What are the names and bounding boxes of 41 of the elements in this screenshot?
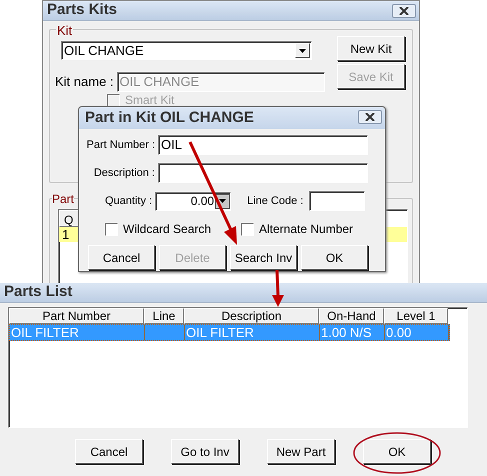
checkbox-label: Alternate Number [259,221,354,238]
column-header[interactable]: Part Number [9,308,144,324]
field-label: Kit name : [55,73,114,92]
checkbox-label: Wildcard Search [123,221,212,238]
close-icon [399,7,409,15]
field-label: Line Code : [247,194,304,209]
table-cell-text: 1 [61,227,70,242]
dialog-button[interactable]: New Part [267,439,335,464]
dialog-button[interactable]: Go to Inv [171,439,239,464]
table-cell: 0.00 [386,325,412,340]
field-label: Description : [94,166,155,181]
close-icon [365,113,375,121]
column-header[interactable]: On-Hand [319,308,384,324]
dialog-button[interactable]: Cancel [88,245,155,270]
kit-dropdown[interactable]: OIL CHANGE [61,41,312,60]
table-cell: OIL FILTER [11,325,79,340]
checkbox-label: Smart Kit [125,93,174,107]
checkbox[interactable] [241,222,254,236]
field-label: Part Number : [86,138,155,153]
quantity-field[interactable]: 0.00 [155,192,232,210]
table-cell: 1.00 N/S [321,325,372,340]
dialog-button[interactable]: New Kit [337,36,405,61]
annotation-arrow [272,270,284,307]
dialog-button[interactable]: OK [301,245,368,270]
column-header[interactable]: Level 1 [384,308,448,324]
window-title: Parts List [4,282,72,302]
window-title: Part in Kit OIL CHANGE [85,108,254,128]
window-title: Parts Kits [47,0,118,20]
close-button[interactable] [358,110,382,124]
description-field[interactable] [158,163,368,183]
dialog-button[interactable]: Search Inv [230,245,297,270]
field-label: Quantity : [105,194,152,209]
close-button[interactable] [392,4,416,18]
part-number-field[interactable]: OIL [158,135,368,155]
checkbox[interactable] [105,222,118,236]
line-code-field[interactable] [309,191,366,211]
column-header[interactable]: Description [184,308,319,324]
dialog-button[interactable]: OK [363,439,431,464]
dialog-button[interactable]: Cancel [75,439,143,464]
column-header[interactable]: Line [144,308,184,324]
table-cell: OIL FILTER [186,325,254,340]
